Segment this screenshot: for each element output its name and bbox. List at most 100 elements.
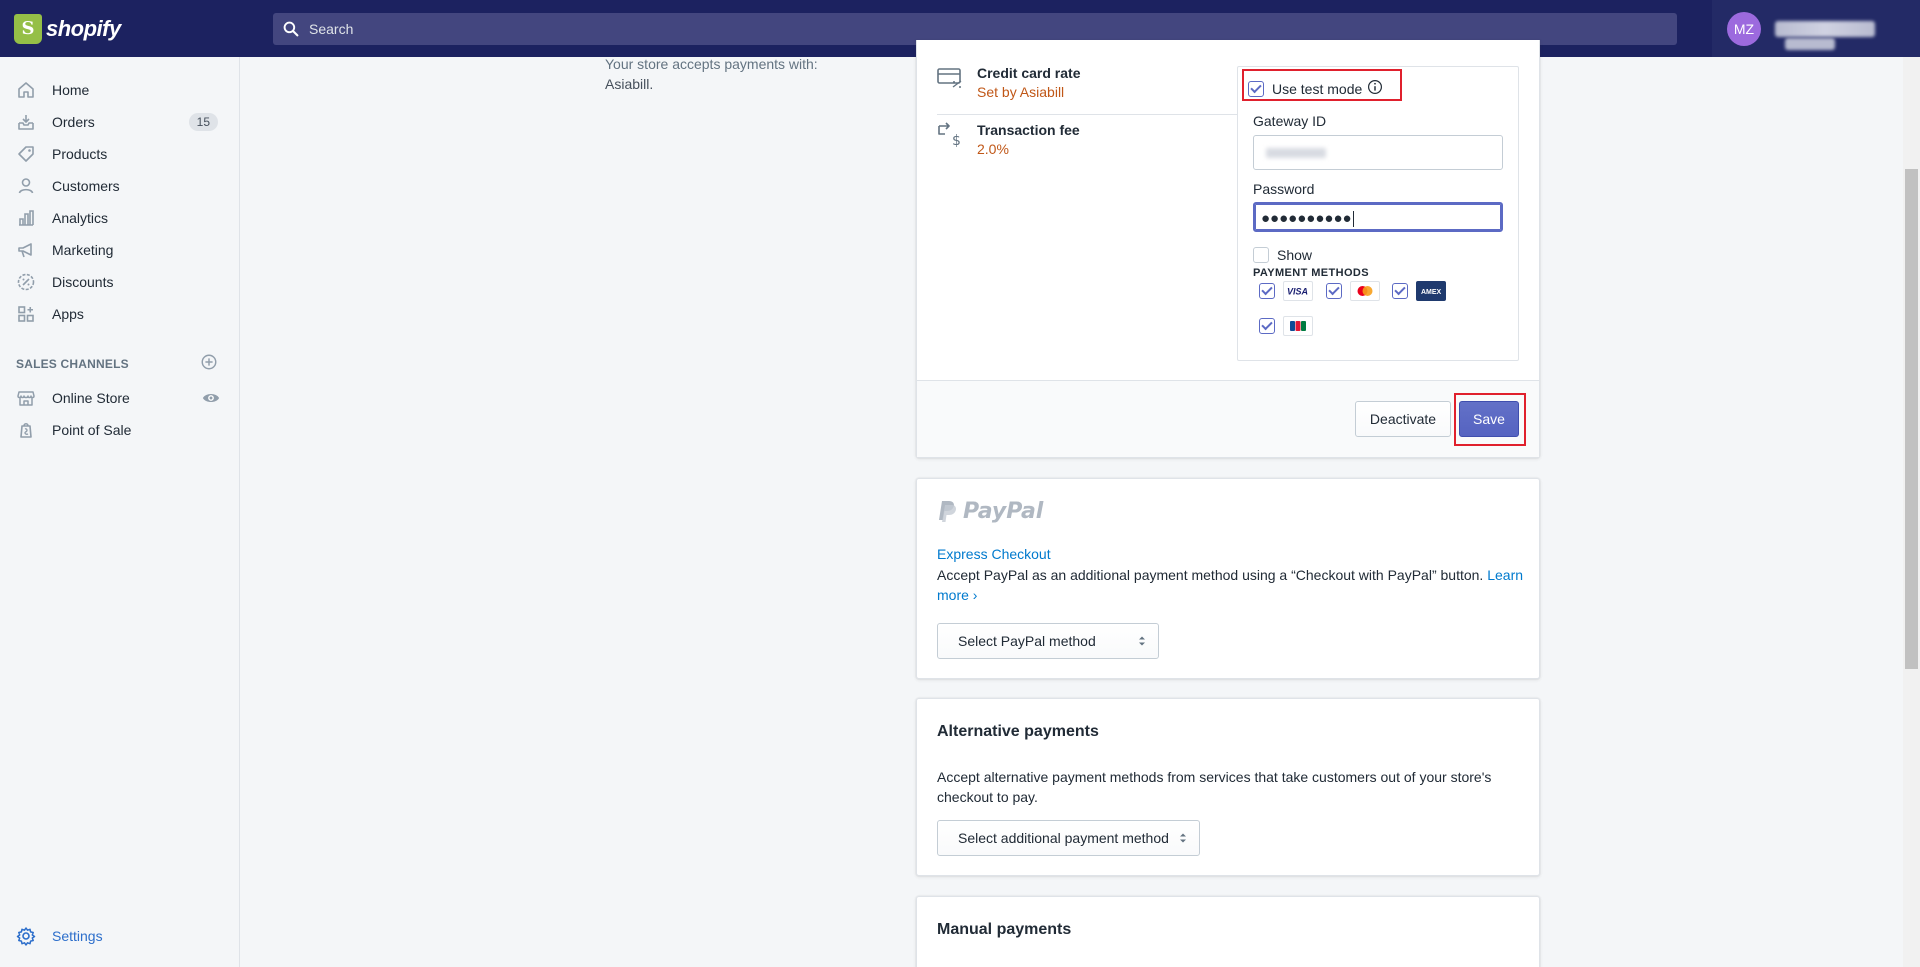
scrollbar-thumb[interactable] — [1905, 169, 1918, 669]
visa-icon: VISA — [1283, 281, 1313, 301]
mastercard-checkbox[interactable] — [1326, 283, 1342, 299]
paypal-method-select-label: Select PayPal method — [958, 633, 1096, 649]
sidebar-item-label: Home — [52, 82, 90, 98]
sidebar-item-customers[interactable]: Customers — [0, 170, 240, 202]
search-placeholder: Search — [309, 21, 354, 37]
show-password-label: Show — [1277, 247, 1313, 263]
sidebar-item-marketing[interactable]: Marketing — [0, 234, 240, 266]
show-password-option[interactable]: Show — [1253, 247, 1312, 263]
credit-card-rate-icon — [937, 68, 962, 88]
sales-channels-heading: SALES CHANNELS — [16, 357, 129, 371]
credit-card-rate-row: Credit card rate Set by Asiabill — [937, 65, 1080, 100]
gear-icon — [14, 924, 38, 948]
transaction-fee-icon: $ — [938, 122, 961, 148]
additional-payment-method-select[interactable]: Select additional payment method — [937, 820, 1200, 856]
password-value: ●●●●●●●●●● — [1261, 208, 1354, 230]
gateway-id-field[interactable] — [1253, 135, 1503, 170]
payment-method-amex[interactable]: AMEX — [1392, 281, 1446, 301]
sidebar-item-label: Apps — [52, 306, 84, 322]
payment-method-jcb[interactable] — [1259, 316, 1313, 336]
bar-chart-icon — [14, 206, 38, 230]
password-label: Password — [1253, 181, 1315, 197]
card-footer: Deactivate Save — [917, 381, 1539, 457]
sidebar-item-online-store[interactable]: Online Store — [0, 382, 240, 414]
credit-card-rate-title: Credit card rate — [977, 65, 1081, 81]
show-password-checkbox[interactable] — [1253, 247, 1269, 263]
sidebar-item-label: Marketing — [52, 242, 114, 258]
eye-icon[interactable] — [202, 389, 220, 410]
credit-card-rate-value: Set by Asiabill — [977, 84, 1065, 100]
text-cursor — [1352, 211, 1354, 228]
sidebar-item-home[interactable]: Home — [0, 74, 240, 106]
apps-icon — [14, 302, 38, 326]
paypal-method-select[interactable]: Select PayPal method — [937, 623, 1159, 659]
gateway-settings-card: Credit card rate Set by Asiabill $ Trans… — [916, 40, 1540, 458]
svg-text:AMEX: AMEX — [1421, 289, 1442, 296]
payment-providers-description: Your store accepts payments with: Asiabi… — [605, 54, 818, 94]
sidebar-item-label: Discounts — [52, 274, 114, 290]
paypal-logo: PayPal — [937, 499, 1043, 524]
highlight-box — [1242, 69, 1402, 101]
sidebar-item-point-of-sale[interactable]: Point of Sale — [0, 414, 240, 446]
transaction-fee-row: $ Transaction fee 2.0% — [937, 122, 1080, 157]
accepts-payments-text: Your store accepts payments with: — [605, 56, 818, 72]
sidebar-item-label: Settings — [52, 928, 103, 944]
svg-text:VISA: VISA — [1287, 287, 1308, 297]
jcb-icon — [1283, 316, 1313, 336]
paypal-description-text: Accept PayPal as an additional payment m… — [937, 567, 1484, 583]
provider-name-text: Asiabill. — [605, 76, 654, 92]
brand-name: shopify — [46, 15, 121, 41]
amex-checkbox[interactable] — [1392, 283, 1408, 299]
page-scrollbar[interactable] — [1903, 57, 1920, 967]
sidebar-item-label: Orders — [52, 114, 95, 130]
megaphone-icon — [14, 238, 38, 262]
highlight-box — [1454, 393, 1526, 446]
sidebar-item-label: Customers — [52, 178, 120, 194]
svg-text:$: $ — [952, 133, 961, 148]
avatar: MZ — [1727, 11, 1761, 46]
sidebar-item-discounts[interactable]: Discounts — [0, 266, 240, 298]
sidebar-item-settings[interactable]: Settings — [0, 920, 240, 952]
sidebar-item-label: Analytics — [52, 210, 109, 226]
additional-payment-method-select-label: Select additional payment method — [958, 830, 1169, 846]
password-field[interactable]: ●●●●●●●●●● — [1253, 202, 1503, 232]
sidebar-item-analytics[interactable]: Analytics — [0, 202, 240, 234]
sidebar-item-label: Online Store — [52, 390, 130, 406]
alternative-payments-description: Accept alternative payment methods from … — [937, 769, 1492, 805]
mastercard-icon — [1350, 281, 1380, 301]
person-icon — [14, 174, 38, 198]
deactivate-button[interactable]: Deactivate — [1355, 401, 1451, 437]
store-name-redacted — [1785, 38, 1835, 50]
orders-count-badge: 15 — [188, 113, 218, 131]
select-arrows-icon — [1139, 636, 1145, 646]
store-icon — [14, 386, 38, 410]
sidebar-item-apps[interactable]: Apps — [0, 298, 240, 330]
amex-icon: AMEX — [1416, 281, 1446, 301]
express-checkout-link[interactable]: Express Checkout — [937, 546, 1051, 562]
sidebar-item-orders[interactable]: Orders 15 — [0, 106, 240, 138]
user-name-redacted — [1775, 20, 1875, 37]
sidebar-item-label: Products — [52, 146, 108, 162]
gateway-id-label: Gateway ID — [1253, 113, 1327, 129]
payment-method-mastercard[interactable] — [1326, 281, 1380, 301]
shopify-logo[interactable]: S shopify — [0, 0, 240, 57]
paypal-wordmark: PayPal — [963, 499, 1044, 524]
manual-payments-card: Manual payments — [916, 896, 1540, 967]
tag-icon — [14, 142, 38, 166]
password-dots: ●●●●●●●●●● — [1261, 210, 1352, 227]
paypal-card: PayPal Express Checkout Accept PayPal as… — [916, 478, 1540, 679]
jcb-checkbox[interactable] — [1259, 318, 1275, 334]
divider — [937, 114, 1237, 115]
transaction-fee-title: Transaction fee — [977, 122, 1080, 138]
pos-icon — [14, 418, 38, 442]
add-sales-channel-icon[interactable] — [200, 353, 218, 374]
sidebar-item-products[interactable]: Products — [0, 138, 240, 170]
search-icon — [283, 21, 299, 37]
visa-checkbox[interactable] — [1259, 283, 1275, 299]
payment-method-visa[interactable]: VISA — [1259, 281, 1313, 301]
select-arrows-icon — [1180, 833, 1186, 843]
gateway-credentials-form: Use test mode Gateway ID Password ●●●●●●… — [1237, 66, 1519, 361]
discount-icon — [14, 270, 38, 294]
sidebar-item-label: Point of Sale — [52, 422, 132, 438]
alternative-payments-card: Alternative payments Accept alternative … — [916, 698, 1540, 876]
